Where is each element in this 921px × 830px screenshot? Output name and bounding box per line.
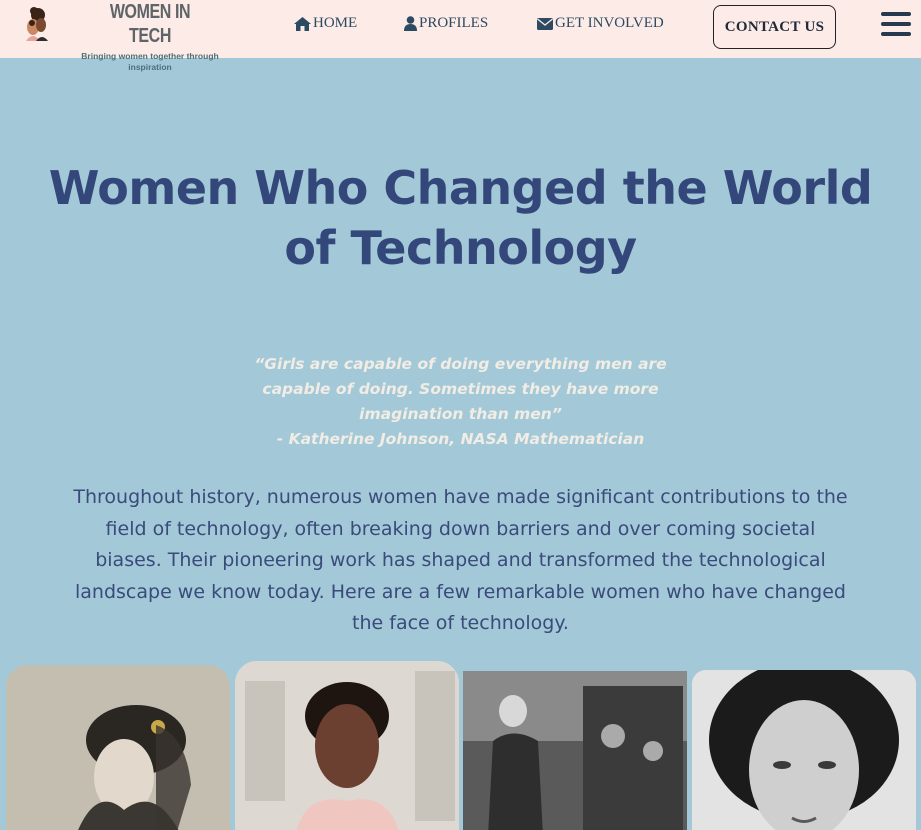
hamburger-icon[interactable]	[881, 12, 911, 40]
nav-home[interactable]: HOME	[294, 15, 357, 32]
brand[interactable]: WOMEN IN TECH Bringing women together th…	[80, 0, 220, 73]
quote-attribution: - Katherine Johnson, NASA Mathematician	[276, 430, 645, 448]
site-header: WOMEN IN TECH Bringing women together th…	[0, 0, 921, 72]
user-icon	[404, 16, 417, 31]
nav-home-label: HOME	[313, 15, 358, 31]
brand-title: WOMEN IN TECH	[109, 1, 191, 47]
nav-get-involved-label: GET INVOLVED	[555, 15, 664, 31]
portrait-image[interactable]	[235, 661, 459, 830]
envelope-icon	[537, 17, 553, 30]
brand-tagline: Bringing women together through inspirat…	[81, 51, 219, 72]
portrait-image[interactable]	[692, 670, 916, 830]
intro-paragraph: Throughout history, numerous women have …	[73, 486, 848, 634]
nav-get-involved[interactable]: GET INVOLVED	[537, 15, 664, 32]
portrait-image[interactable]	[6, 665, 230, 830]
nav-profiles[interactable]: PROFILES	[404, 15, 488, 32]
contact-us-button[interactable]: CONTACT US	[713, 5, 836, 49]
page-title: Women Who Changed the World of Technolog…	[48, 161, 873, 275]
nav-profiles-label: PROFILES	[419, 15, 489, 31]
portrait-image[interactable]	[463, 671, 687, 830]
quote: “Girls are capable of doing everything m…	[230, 352, 691, 452]
quote-line: imagination than men”	[359, 405, 562, 423]
quote-line: “Girls are capable of doing everything m…	[254, 355, 667, 373]
quote-line: capable of doing. Sometimes they have mo…	[262, 380, 659, 398]
logo-icon[interactable]	[20, 3, 52, 43]
home-icon	[294, 16, 311, 31]
